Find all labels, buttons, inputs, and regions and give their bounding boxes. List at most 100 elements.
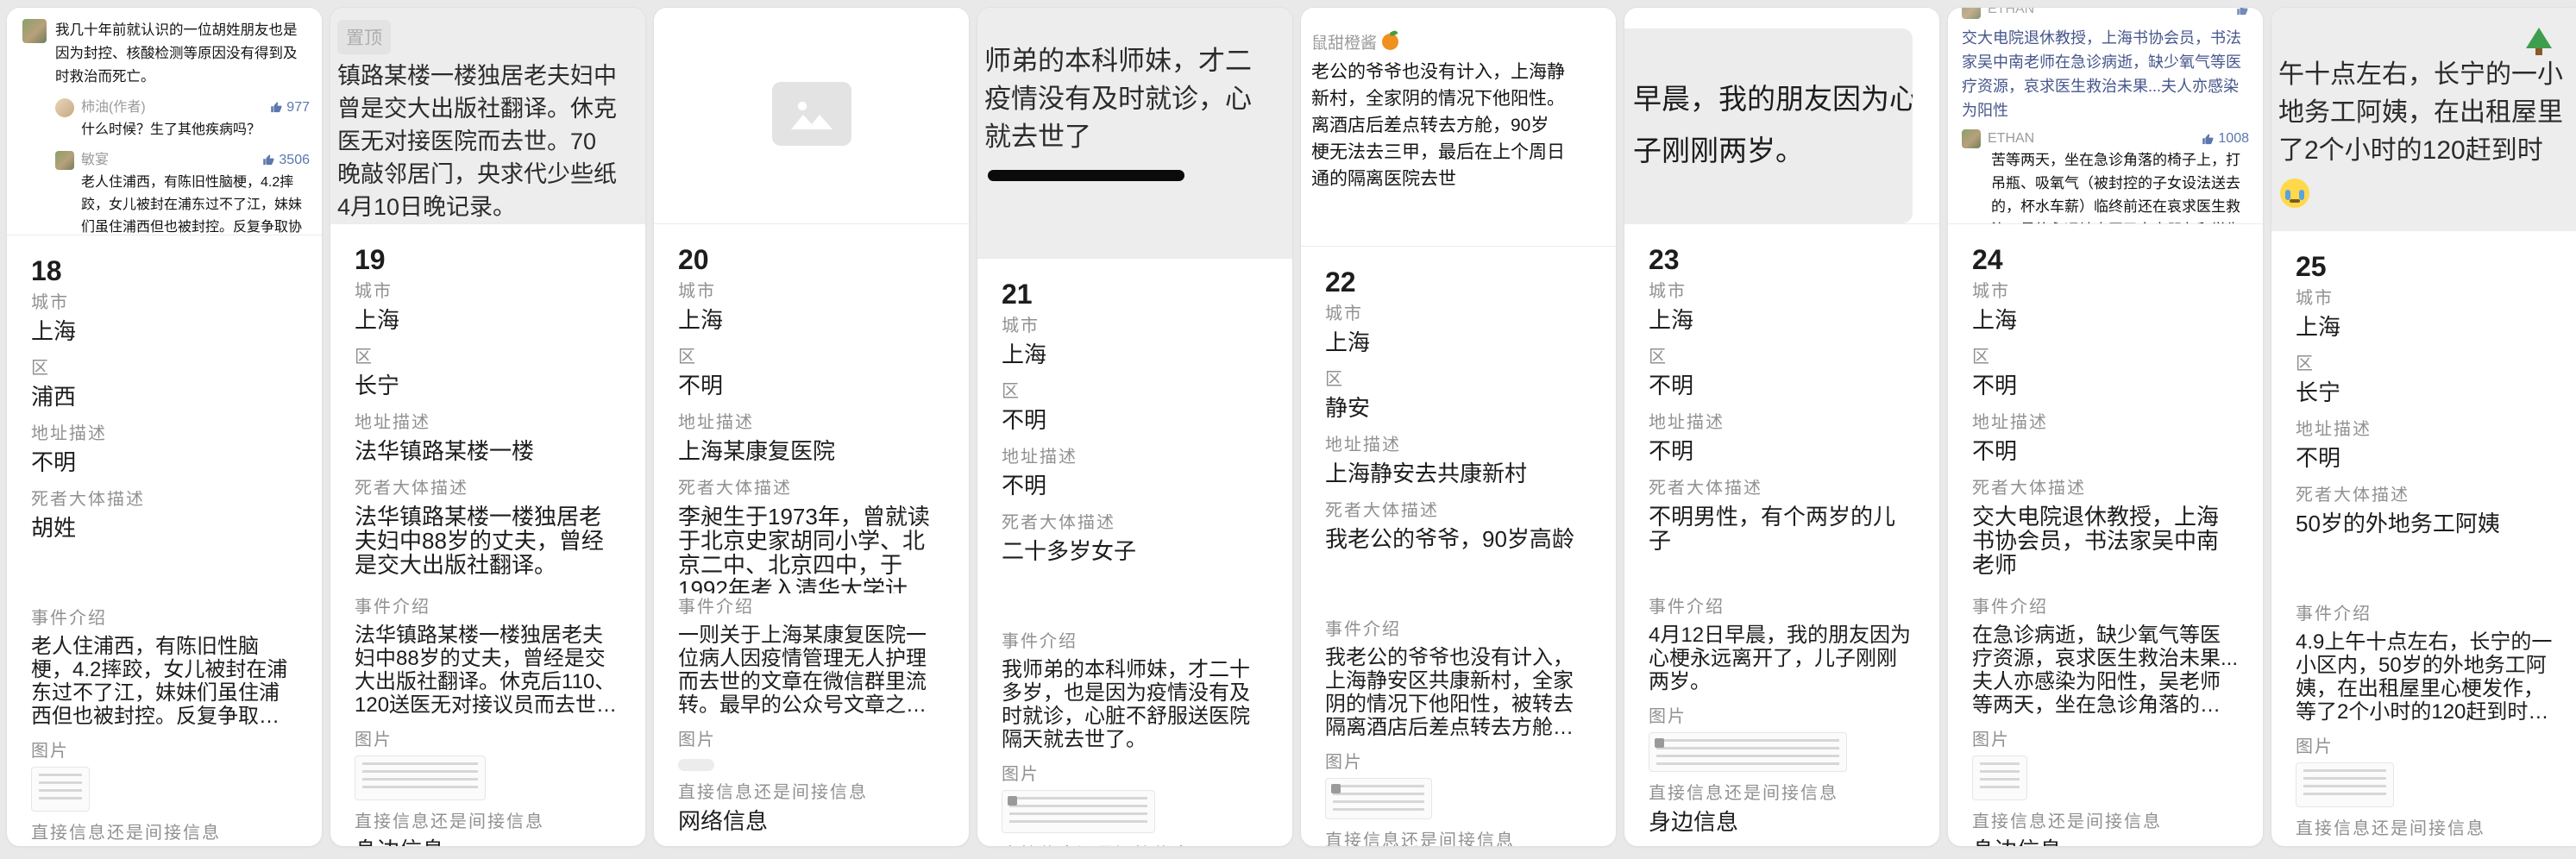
field-label-image: 图片 xyxy=(2296,738,2562,756)
cover-text-line: 晚敲邻居门，央求代少些纸 xyxy=(337,158,645,191)
like-count: 1008 xyxy=(2218,131,2249,147)
cover-text-line: 老公的爷爷也没有计入，上海静 xyxy=(1311,59,1616,85)
field-value-city: 上海 xyxy=(1649,308,1915,332)
record-number: 22 xyxy=(1325,268,1592,296)
reply-avatar xyxy=(55,98,74,117)
thumbs-up-icon xyxy=(270,101,283,114)
record-card[interactable]: 我几十年前就认识的一位胡姓朋友也是因为封控、核酸检测等原因没有得到及时救治而死亡… xyxy=(6,7,323,847)
cover-text-line: 午十点左右，长宁的一小 xyxy=(2278,56,2576,94)
field-label-event: 事件介绍 xyxy=(355,599,621,616)
record-card[interactable]: 师弟的本科师妹，才二 疫情没有及时就诊，心 就去世了 21 城市上海 区不明 地… xyxy=(977,7,1293,847)
attachment-thumbnail[interactable] xyxy=(31,767,90,812)
record-card[interactable]: 20 城市上海 区不明 地址描述上海某康复医院 死者大体描述李昶生于1973年，… xyxy=(653,7,970,847)
field-value-city: 上海 xyxy=(1972,308,2239,332)
record-number: 23 xyxy=(1649,246,1915,273)
record-card[interactable]: 鼠甜橙酱 老公的爷爷也没有计入，上海静 新村，全家阴的情况下他阳性。 离酒店后差… xyxy=(1300,7,1617,847)
field-label-district: 区 xyxy=(1002,383,1268,400)
field-label-direct: 直接信息还是间接信息 xyxy=(31,825,298,842)
record-cover-image[interactable]: 早晨，我的朋友因为心 子刚刚两岁。 xyxy=(1624,8,1939,224)
field-label-direct: 直接信息还是间接信息 xyxy=(678,784,945,801)
field-value-event: 老人住浦西，有陈旧性脑梗，4.2摔跤，女儿被封在浦东过不了江，妹妹们虽住浦西但也… xyxy=(31,635,298,728)
commenter-avatar xyxy=(1962,8,1981,19)
field-label-deceased: 死者大体描述 xyxy=(31,491,298,508)
field-label-image: 图片 xyxy=(31,743,298,760)
field-label-city: 城市 xyxy=(1972,283,2239,300)
attachment-thumbnail[interactable] xyxy=(1325,778,1432,819)
record-cover-image[interactable]: 我几十年前就认识的一位胡姓朋友也是因为封控、核酸检测等原因没有得到及时救治而死亡… xyxy=(7,8,322,235)
field-label-address: 地址描述 xyxy=(355,414,621,431)
attachment-thumbnail[interactable] xyxy=(1649,732,1847,772)
field-value-district: 长宁 xyxy=(2296,380,2562,404)
reply-author: ETHAN xyxy=(1988,131,2034,147)
cover-text-line: 地务工阿姨，在出租屋里 xyxy=(2278,94,2576,132)
attachment-thumbnail[interactable] xyxy=(1972,756,2027,800)
attachment-thumbnail[interactable] xyxy=(355,756,486,800)
field-label-address: 地址描述 xyxy=(1972,414,2239,431)
field-value-address: 法华镇路某楼一楼 xyxy=(355,439,621,463)
field-label-deceased: 死者大体描述 xyxy=(1325,502,1592,519)
field-label-image: 图片 xyxy=(1972,731,2239,749)
record-cover-image[interactable]: 鼠甜橙酱 老公的爷爷也没有计入，上海静 新村，全家阴的情况下他阳性。 离酒店后差… xyxy=(1301,8,1616,247)
field-label-event: 事件介绍 xyxy=(1649,599,1915,616)
cover-text-line: 梗无法去三甲，最后在上个周日 xyxy=(1311,139,1616,166)
field-value-event: 法华镇路某楼一楼独居老夫妇中88岁的丈夫，曾经是交大出版社翻译。休克后110、1… xyxy=(355,624,621,717)
field-label-address: 地址描述 xyxy=(2296,421,2562,438)
crying-face-emoji xyxy=(2280,179,2309,208)
record-cover-image[interactable] xyxy=(654,8,969,224)
field-value-address: 上海某康复医院 xyxy=(678,439,945,463)
field-value-district: 不明 xyxy=(678,373,945,398)
field-label-deceased: 死者大体描述 xyxy=(678,480,945,497)
poster-name: ETHAN xyxy=(1988,8,2034,17)
field-label-event: 事件介绍 xyxy=(678,599,945,616)
field-value-deceased: 二十多岁女子 xyxy=(1002,539,1268,563)
field-value-address: 不明 xyxy=(31,450,298,474)
record-cover-image[interactable]: 午十点左右，长宁的一小 地务工阿姨，在出租屋里 了2个小时的120赶到时 xyxy=(2271,8,2576,231)
field-label-event: 事件介绍 xyxy=(1972,599,2239,616)
message-bubble: 早晨，我的朋友因为心 子刚刚两岁。 xyxy=(1624,28,1913,223)
field-label-deceased: 死者大体描述 xyxy=(2296,486,2562,504)
record-cover-image[interactable]: ETHAN 交大电院退休教授，上海书协会员，书法家吴中南老师在急诊病逝，缺少氧气… xyxy=(1948,8,2263,224)
record-card[interactable]: 早晨，我的朋友因为心 子刚刚两岁。 23 城市上海 区不明 地址描述不明 死者大… xyxy=(1624,7,1940,847)
attachment-thumbnail[interactable] xyxy=(678,759,714,771)
record-number: 19 xyxy=(355,246,621,273)
field-label-image: 图片 xyxy=(1002,766,1268,783)
field-value-address: 不明 xyxy=(2296,446,2562,470)
cover-text-line: 了2个小时的120赶到时 xyxy=(2278,132,2576,170)
field-value-district: 浦西 xyxy=(31,385,298,409)
record-card[interactable]: ETHAN 交大电院退休教授，上海书协会员，书法家吴中南老师在急诊病逝，缺少氧气… xyxy=(1947,7,2264,847)
cover-text-line: 子刚刚两岁。 xyxy=(1633,125,1913,177)
orange-emoji xyxy=(1382,34,1398,50)
field-label-deceased: 死者大体描述 xyxy=(1649,480,1915,497)
comment-text: 我几十年前就认识的一位胡姓朋友也是因为封控、核酸检测等原因没有得到及时救治而死亡… xyxy=(55,19,310,89)
field-label-address: 地址描述 xyxy=(1325,436,1592,454)
field-value-deceased: 胡姓 xyxy=(31,516,298,540)
field-label-image: 图片 xyxy=(355,731,621,749)
field-value-district: 不明 xyxy=(1002,408,1268,432)
record-card[interactable]: 置顶 镇路某楼一楼独居老夫妇中 曾是交大出版社翻译。休克 医无对接医院而去世。7… xyxy=(330,7,646,847)
cover-text-line: 医无对接医院而去世。70 xyxy=(337,125,645,158)
redaction-bar xyxy=(988,170,1184,181)
record-gallery: 我几十年前就认识的一位胡姓朋友也是因为封控、核酸检测等原因没有得到及时救治而死亡… xyxy=(0,0,2576,854)
field-value-deceased: 我老公的爷爷，90岁高龄 xyxy=(1325,527,1592,551)
like-count: 3506 xyxy=(279,148,310,172)
tree-emoji xyxy=(2526,15,2552,48)
cover-text-line: 4月10日晚记录。 xyxy=(337,191,645,223)
reply-text: 什么时候？生了其他疾病吗？ xyxy=(81,119,307,141)
record-number: 20 xyxy=(678,246,945,273)
record-cover-image[interactable]: 置顶 镇路某楼一楼独居老夫妇中 曾是交大出版社翻译。休克 医无对接医院而去世。7… xyxy=(330,8,645,224)
field-value-deceased: 交大电院退休教授，上海书协会员，书法家吴中南老师 xyxy=(1972,505,2239,577)
attachment-thumbnail[interactable] xyxy=(1002,790,1155,833)
cover-text-line: 师弟的本科师妹，才二 xyxy=(984,42,1292,80)
like-count: 977 xyxy=(286,96,310,119)
record-cover-image[interactable]: 师弟的本科师妹，才二 疫情没有及时就诊，心 就去世了 xyxy=(977,8,1292,259)
field-label-district: 区 xyxy=(2296,355,2562,373)
field-value-event: 4.9上午十点左右，长宁的一小区内，50岁的外地务工阿姨，在出租屋里心梗发作，等… xyxy=(2296,630,2562,724)
field-value-city: 上海 xyxy=(1002,342,1268,367)
quoted-text: 交大电院退休教授，上海书协会员，书法家吴中南老师在急诊病逝，缺少氧气等医疗资源，… xyxy=(1962,26,2249,122)
field-label-district: 区 xyxy=(1972,348,2239,366)
record-card[interactable]: 午十点左右，长宁的一小 地务工阿姨，在出租屋里 了2个小时的120赶到时 25 … xyxy=(2271,7,2576,847)
cover-text-line: 通的隔离医院去世 xyxy=(1311,166,1616,192)
attachment-thumbnail[interactable] xyxy=(2296,762,2394,807)
reply-author: 柿油(作者) xyxy=(81,96,146,119)
cover-text-line: 离酒店后差点转去方舱，90岁 xyxy=(1311,112,1616,139)
